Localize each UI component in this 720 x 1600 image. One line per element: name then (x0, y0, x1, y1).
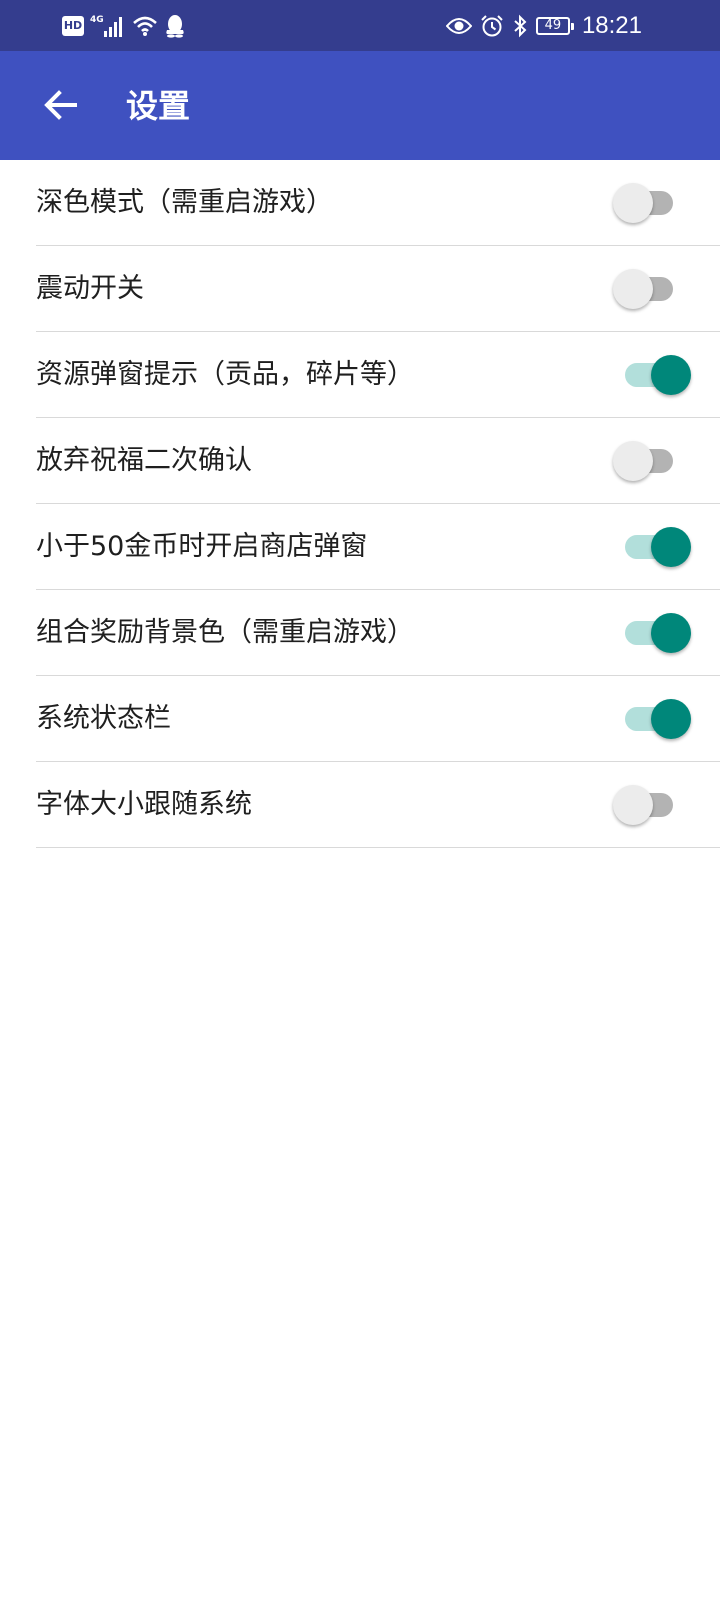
setting-label: 组合奖励背景色（需重启游戏） (36, 617, 414, 648)
setting-label: 小于50金币时开启商店弹窗 (36, 531, 368, 562)
status-bar: HD 4G 49 18:21 (0, 0, 720, 51)
setting-row[interactable]: 字体大小跟随系统 (36, 762, 720, 848)
setting-row[interactable]: 组合奖励背景色（需重启游戏） (36, 590, 720, 676)
wifi-icon (133, 16, 157, 36)
setting-label: 系统状态栏 (36, 703, 171, 734)
toggle-switch[interactable] (613, 785, 681, 825)
switch-thumb (651, 613, 691, 653)
setting-label: 资源弹窗提示（贡品，碎片等） (36, 359, 414, 390)
setting-label: 放弃祝福二次确认 (36, 445, 252, 476)
setting-row[interactable]: 深色模式（需重启游戏） (36, 160, 720, 246)
bluetooth-icon (514, 14, 527, 38)
toggle-switch[interactable] (613, 269, 681, 309)
status-bar-right: 49 18:21 (445, 12, 642, 40)
switch-thumb (613, 183, 653, 223)
setting-row[interactable]: 资源弹窗提示（贡品，碎片等） (36, 332, 720, 418)
toggle-switch[interactable] (613, 699, 691, 739)
4g-label: 4G (90, 15, 104, 25)
back-button[interactable] (32, 77, 88, 133)
page-title: 设置 (126, 87, 191, 125)
switch-thumb (651, 699, 691, 739)
switch-thumb (613, 785, 653, 825)
4g-signal-icon: 4G (90, 15, 122, 37)
switch-thumb (613, 269, 653, 309)
switch-thumb (613, 441, 653, 481)
status-bar-left: HD 4G (62, 13, 186, 39)
toggle-switch[interactable] (613, 527, 691, 567)
toggle-switch[interactable] (613, 183, 681, 223)
switch-thumb (651, 527, 691, 567)
alarm-icon (481, 15, 503, 37)
toggle-switch[interactable] (613, 441, 681, 481)
setting-row[interactable]: 震动开关 (36, 246, 720, 332)
setting-row[interactable]: 放弃祝福二次确认 (36, 418, 720, 504)
setting-label: 深色模式（需重启游戏） (36, 187, 333, 218)
eye-icon (445, 18, 472, 34)
hd-icon: HD (62, 16, 84, 36)
setting-row[interactable]: 小于50金币时开启商店弹窗 (36, 504, 720, 590)
status-time: 18:21 (581, 12, 642, 39)
switch-thumb (651, 355, 691, 395)
setting-row[interactable]: 系统状态栏 (36, 676, 720, 762)
toggle-switch[interactable] (613, 613, 691, 653)
setting-label: 字体大小跟随系统 (36, 789, 252, 820)
toggle-switch[interactable] (613, 355, 691, 395)
settings-list: 深色模式（需重启游戏） 震动开关 资源弹窗提示（贡品，碎片等） 放弃祝福二次确认… (0, 160, 720, 848)
battery-icon: 49 (535, 17, 574, 35)
app-bar: 设置 (0, 51, 720, 160)
arrow-left-icon (44, 90, 77, 120)
setting-label: 震动开关 (36, 273, 144, 304)
qq-icon (166, 15, 184, 38)
